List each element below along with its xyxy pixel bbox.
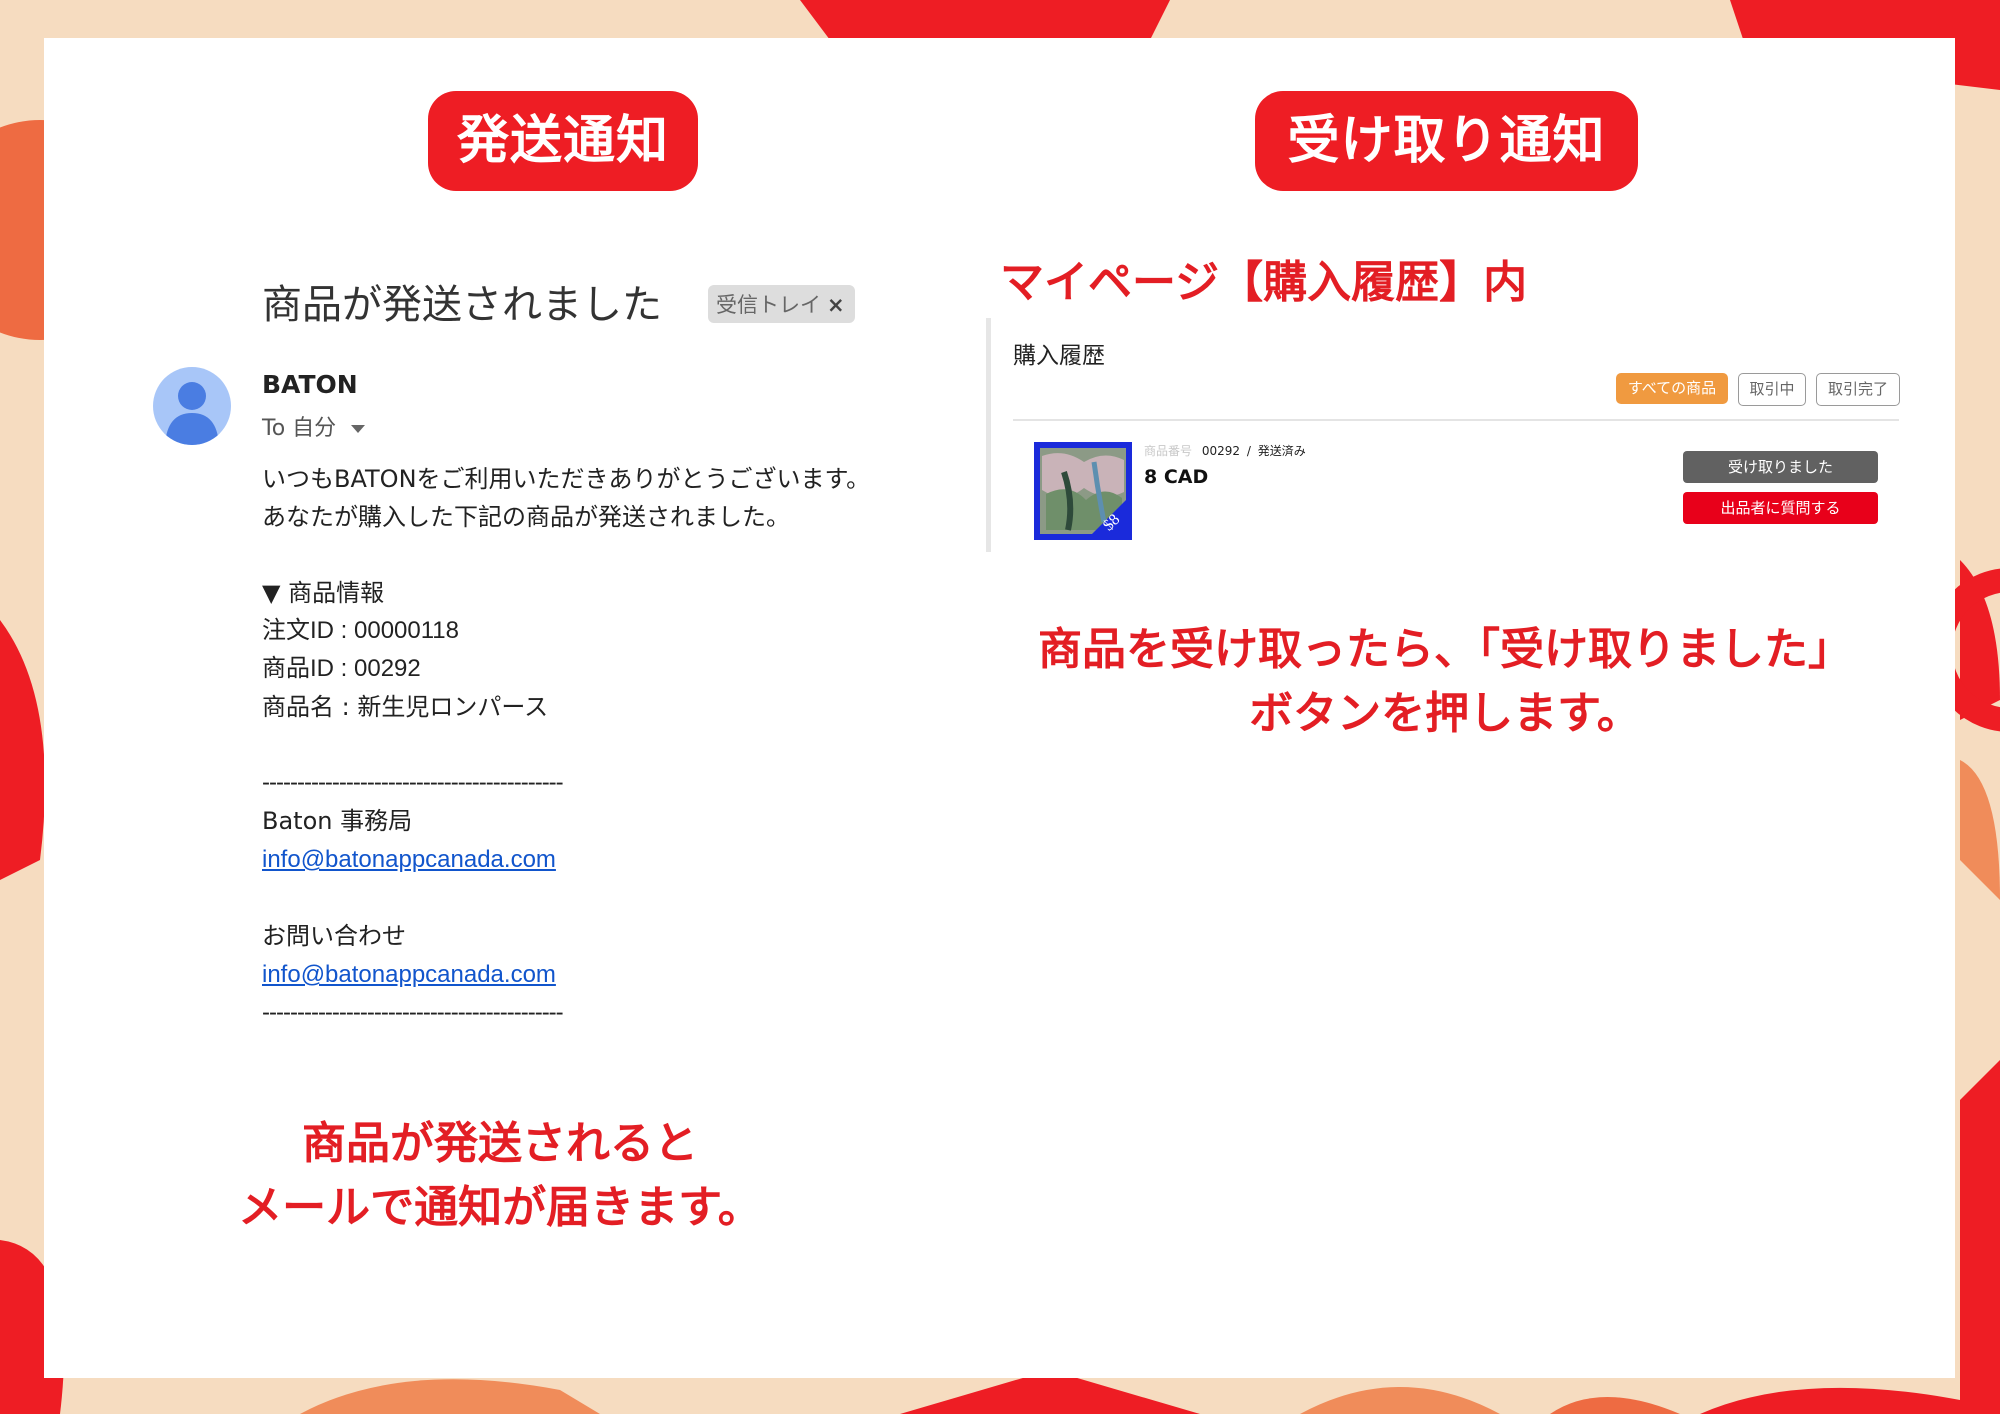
divider-top: ----------------------------------------… bbox=[262, 769, 564, 796]
received-button[interactable]: 受け取りました bbox=[1683, 451, 1878, 483]
ask-seller-button[interactable]: 出品者に質問する bbox=[1683, 492, 1878, 524]
shipping-caption: 商品が発送されると メールで通知が届きます。 bbox=[190, 1112, 810, 1240]
office-name: Baton 事務局 bbox=[262, 807, 413, 835]
sender-name: BATON bbox=[262, 370, 358, 399]
receipt-caption-line2: ボタンを押します。 bbox=[1249, 688, 1641, 739]
item-number: 00292 bbox=[1201, 444, 1241, 458]
contact-heading: お問い合わせ bbox=[262, 922, 406, 950]
product-name: 商品名 : 新生児ロンパース bbox=[262, 693, 549, 721]
email-body: いつもBATONをご利用いただきありがとうございます。 あなたが購入した下記の商… bbox=[262, 460, 912, 1032]
divider-bottom: ----------------------------------------… bbox=[262, 999, 564, 1026]
office-email-link[interactable]: info@batonappcanada.com bbox=[262, 846, 556, 873]
receipt-caption-line1: 商品を受け取ったら、「受け取りました」 bbox=[1038, 624, 1852, 675]
message-text: あなたが購入した下記の商品が発送されました。 bbox=[262, 503, 790, 531]
product-thumbnail[interactable]: $8 bbox=[1034, 442, 1132, 540]
shipping-caption-line2: メールで通知が届きます。 bbox=[238, 1182, 762, 1233]
tab-all-items[interactable]: すべての商品 bbox=[1616, 373, 1728, 404]
mypage-subheading: マイページ【購入履歴】内 bbox=[1000, 257, 1528, 308]
inbox-label-tag[interactable]: 受信トレイ × bbox=[708, 285, 855, 323]
email-subject: 商品が発送されました bbox=[262, 282, 662, 328]
item-status: 発送済み bbox=[1257, 444, 1306, 458]
info-heading: ▼ 商品情報 bbox=[262, 579, 385, 607]
order-id: 注文ID : 00000118 bbox=[262, 617, 460, 644]
tab-in-progress[interactable]: 取引中 bbox=[1738, 373, 1806, 406]
receipt-notice-badge: 受け取り通知 bbox=[1255, 91, 1638, 191]
inbox-label-text: 受信トレイ bbox=[716, 293, 821, 317]
recipient-dropdown[interactable]: To 自分 bbox=[262, 410, 366, 442]
recipient-text: To 自分 bbox=[262, 416, 337, 441]
product-id: 商品ID : 00292 bbox=[262, 655, 421, 682]
item-number-label: 商品番号 bbox=[1144, 444, 1193, 458]
shipping-caption-line1: 商品が発送されると bbox=[302, 1118, 698, 1169]
purchase-history-title: 購入履歴 bbox=[1013, 343, 1105, 369]
item-separator: / bbox=[1246, 444, 1251, 458]
person-icon bbox=[165, 382, 219, 445]
tab-completed[interactable]: 取引完了 bbox=[1816, 373, 1900, 406]
shipping-notice-badge: 発送通知 bbox=[428, 91, 698, 191]
contact-email-link[interactable]: info@batonappcanada.com bbox=[262, 961, 556, 988]
divider bbox=[1013, 419, 1899, 421]
receipt-caption: 商品を受け取ったら、「受け取りました」 ボタンを押します。 bbox=[990, 618, 1900, 746]
item-price: 8 CAD bbox=[1144, 466, 1209, 488]
avatar bbox=[153, 367, 231, 445]
greeting-text: いつもBATONをご利用いただきありがとうございます。 bbox=[262, 465, 871, 493]
chevron-down-icon bbox=[351, 425, 366, 433]
close-icon[interactable]: × bbox=[827, 293, 845, 317]
item-meta: 商品番号 00292 / 発送済み bbox=[1144, 442, 1306, 459]
